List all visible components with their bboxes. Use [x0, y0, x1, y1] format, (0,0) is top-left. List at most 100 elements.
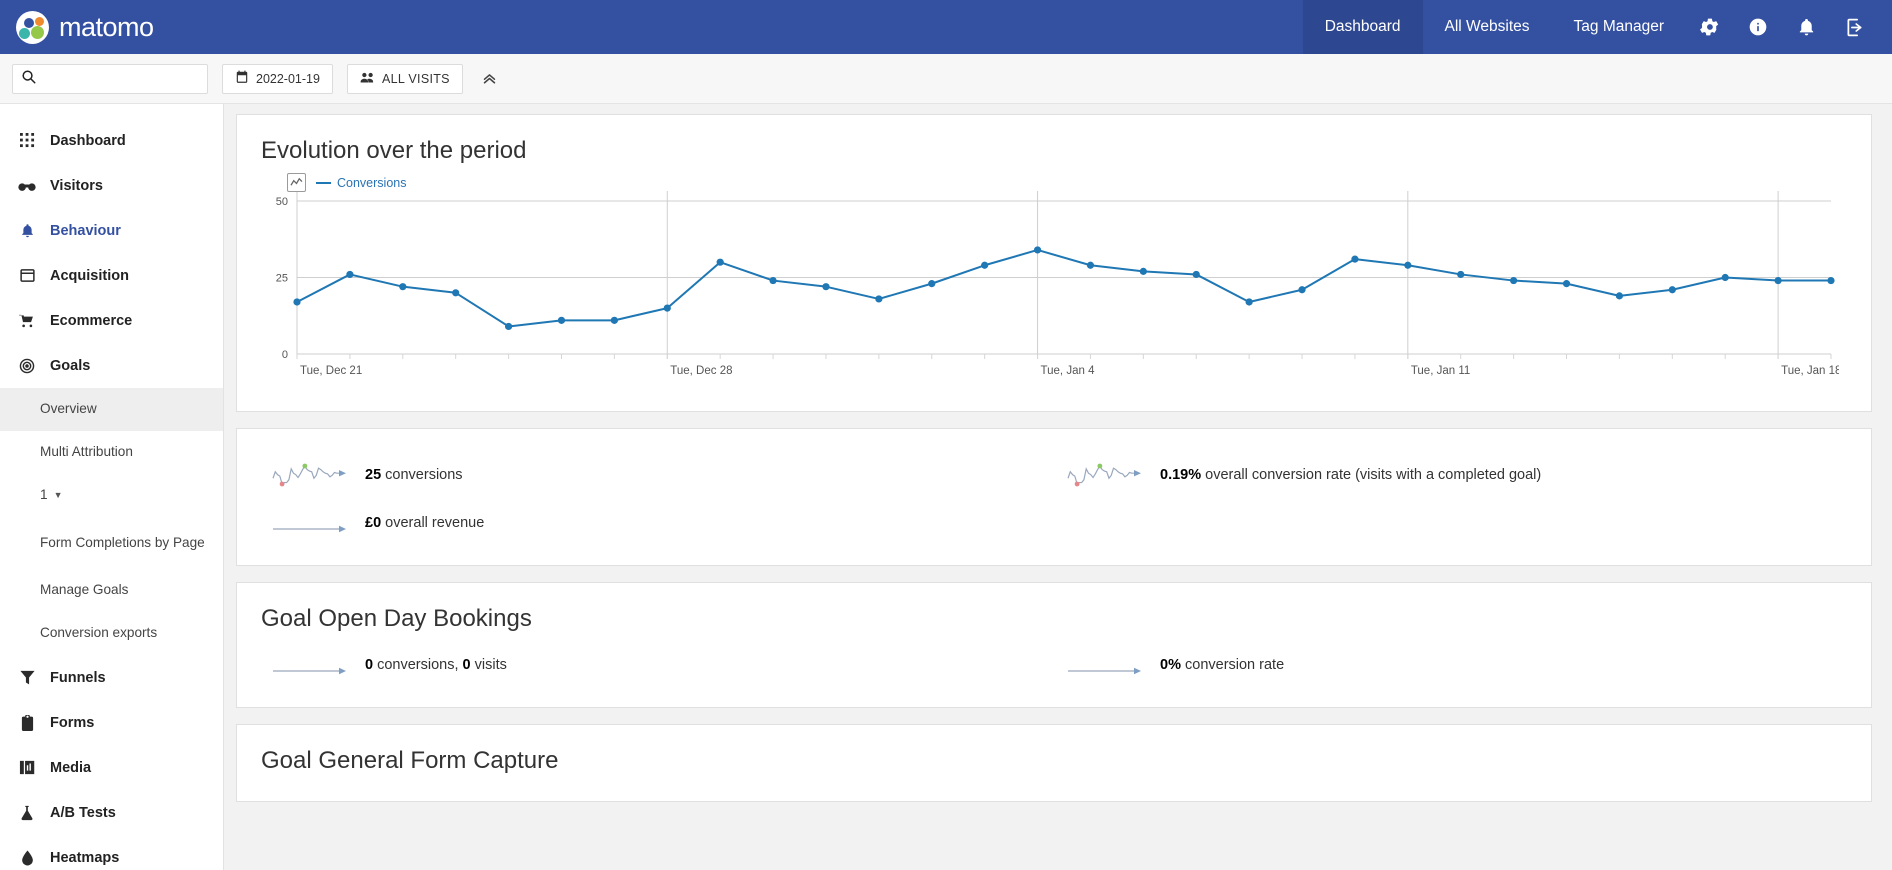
bell-icon[interactable] [1782, 0, 1830, 54]
sidebar-label: Forms [50, 714, 95, 731]
matomo-logo[interactable]: matomo [0, 0, 154, 54]
search-box[interactable] [12, 63, 208, 94]
grid-icon [18, 133, 36, 148]
goal-open-day-right: 0% conversion rate [1054, 641, 1849, 689]
main-content-area: Evolution over the period Conversions 0 2… [224, 104, 1892, 870]
summary-row-conversion-rate[interactable]: 0.19% overall conversion rate (visits wi… [1054, 451, 1849, 499]
chevron-down-icon: ▼ [53, 489, 63, 500]
sparkline-icon[interactable] [287, 173, 306, 192]
top-nav-icon-group [1686, 0, 1892, 54]
sidebar-item-visitors[interactable]: Visitors [0, 163, 223, 208]
sidebar-label: Visitors [50, 177, 103, 194]
sidebar-subitem-goal-selector[interactable]: 1 ▼ [0, 474, 223, 517]
info-icon[interactable] [1734, 0, 1782, 54]
cart-icon [18, 314, 36, 328]
summary-row-revenue[interactable]: £0 overall revenue [259, 499, 1054, 547]
sidebar-item-funnels[interactable]: Funnels [0, 655, 223, 700]
sparkline-goal-open-day-rate [1068, 667, 1141, 675]
sidebar-item-dashboard[interactable]: Dashboard [0, 118, 223, 163]
sidebar-subitem-multi-attribution[interactable]: Multi Attribution [0, 431, 223, 474]
binoculars-icon [18, 180, 36, 192]
goal-open-day-bookings-card: Goal Open Day Bookings 0 conversions, 0 … [236, 582, 1872, 708]
sidebar-item-ecommerce[interactable]: Ecommerce [0, 298, 223, 343]
legend-swatch [316, 181, 331, 184]
secondary-toolbar: 2022-01-19 ALL VISITS [0, 54, 1892, 104]
sidebar-item-acquisition[interactable]: Acquisition [0, 253, 223, 298]
funnel-icon [18, 670, 36, 685]
page-body: Dashboard Visitors Behaviour Acquisition… [0, 104, 1892, 870]
summary-grid: 25 conversions £0 overall revenue 0.19% … [259, 451, 1849, 547]
sidebar-sublabel: Conversion exports [40, 625, 158, 640]
evolution-line-chart[interactable]: 0 25 50 Tue, Dec 21 Tue, Dec 28 Tue, Jan 4 Tue… [259, 173, 1839, 388]
sidebar-label: Behaviour [50, 222, 121, 239]
summary-value-conversion-rate: 0.19% [1160, 467, 1202, 483]
media-icon [18, 760, 36, 775]
goal-open-day-conversions-value: 0 [365, 657, 374, 673]
summary-text-conversions: conversions [385, 467, 463, 483]
gear-icon[interactable] [1686, 0, 1734, 54]
visitors-icon [360, 71, 375, 87]
left-sidebar-navigation: Dashboard Visitors Behaviour Acquisition… [0, 104, 224, 870]
evolution-chart: Conversions 0 25 50 Tue, Dec 21 Tue, Dec 28 T… [259, 173, 1849, 393]
sidebar-label: Funnels [50, 669, 106, 686]
goal-open-day-rate-row[interactable]: 0% conversion rate [1054, 641, 1849, 689]
sidebar-sublabel: 1 [40, 487, 48, 502]
goal-open-day-rate-value: 0% [1160, 657, 1181, 673]
sidebar-subitem-manage-goals[interactable]: Manage Goals [0, 569, 223, 612]
summary-value-revenue: £0 [365, 515, 382, 531]
matomo-logo-icon [16, 10, 49, 44]
goal-open-day-visits-text: visits [474, 657, 507, 673]
svg-text:Tue, Dec 21: Tue, Dec 21 [300, 365, 362, 377]
sidebar-label: Heatmaps [50, 849, 120, 866]
brand-name: matomo [59, 11, 154, 42]
sidebar-label: Ecommerce [50, 312, 133, 329]
sidebar-item-media[interactable]: Media [0, 745, 223, 790]
page-title: Evolution over the period [261, 137, 527, 164]
evolution-over-period-card: Evolution over the period Conversions 0 2… [236, 114, 1872, 412]
goal-open-day-rate-label: 0% conversion rate [1160, 657, 1284, 673]
sidebar-subitem-form-completions-by-page[interactable]: Form Completions by Page [0, 517, 223, 569]
collapse-toolbar-button[interactable] [477, 66, 503, 92]
summary-value-conversions: 25 [365, 467, 382, 483]
logout-icon[interactable] [1830, 0, 1878, 54]
nav-link-tag-manager[interactable]: Tag Manager [1552, 0, 1686, 54]
svg-text:Tue, Jan 18: Tue, Jan 18 [1781, 365, 1839, 377]
summary-text-conversion-rate: overall conversion rate (visits with a c… [1205, 467, 1542, 483]
search-input[interactable] [42, 70, 199, 87]
sidebar-subitem-conversion-exports[interactable]: Conversion exports [0, 612, 223, 655]
sidebar-sublabel: Overview [40, 401, 97, 416]
legend-label: Conversions [337, 175, 407, 190]
segment-label: ALL VISITS [381, 71, 450, 86]
flask-icon [18, 805, 36, 821]
sidebar-item-behaviour[interactable]: Behaviour [0, 208, 223, 253]
calendar-icon [235, 70, 249, 87]
sidebar-item-ab-tests[interactable]: A/B Tests [0, 790, 223, 835]
sidebar-item-forms[interactable]: Forms [0, 700, 223, 745]
goal-open-day-conversions-label: 0 conversions, 0 visits [365, 657, 507, 673]
goal-open-day-title: Goal Open Day Bookings [261, 605, 532, 632]
sidebar-item-goals[interactable]: Goals [0, 343, 223, 388]
sparkline-conversion-rate [1067, 463, 1141, 487]
nav-link-all-websites[interactable]: All Websites [1423, 0, 1552, 54]
droplet-icon [18, 849, 36, 866]
sidebar-subitem-overview[interactable]: Overview [0, 388, 223, 431]
sidebar-item-heatmaps[interactable]: Heatmaps [0, 835, 223, 870]
summary-label-conversions: 25 conversions [365, 467, 463, 483]
goal-open-day-left: 0 conversions, 0 visits [259, 641, 1054, 689]
legend-entry-conversions[interactable]: Conversions [316, 176, 406, 190]
nav-link-dashboard[interactable]: Dashboard [1302, 0, 1423, 54]
sparkline-conversions [272, 463, 346, 487]
sidebar-label: Goals [50, 357, 91, 374]
svg-text:25: 25 [276, 273, 288, 285]
goal-open-day-visits-value: 0 [462, 657, 471, 673]
clipboard-icon [18, 714, 36, 731]
summary-column-left: 25 conversions £0 overall revenue [259, 451, 1054, 547]
sparkline-goal-open-day-conversions [273, 667, 346, 675]
summary-row-conversions[interactable]: 25 conversions [259, 451, 1054, 499]
summary-label-conversion-rate: 0.19% overall conversion rate (visits wi… [1160, 467, 1541, 483]
top-navigation-bar: matomo Dashboard All Websites Tag Manage… [0, 0, 1892, 54]
segment-selector[interactable]: ALL VISITS [346, 63, 463, 94]
goal-open-day-conversions-row[interactable]: 0 conversions, 0 visits [259, 641, 1054, 689]
date-range-selector[interactable]: 2022-01-19 [222, 63, 333, 94]
svg-text:50: 50 [276, 196, 288, 208]
